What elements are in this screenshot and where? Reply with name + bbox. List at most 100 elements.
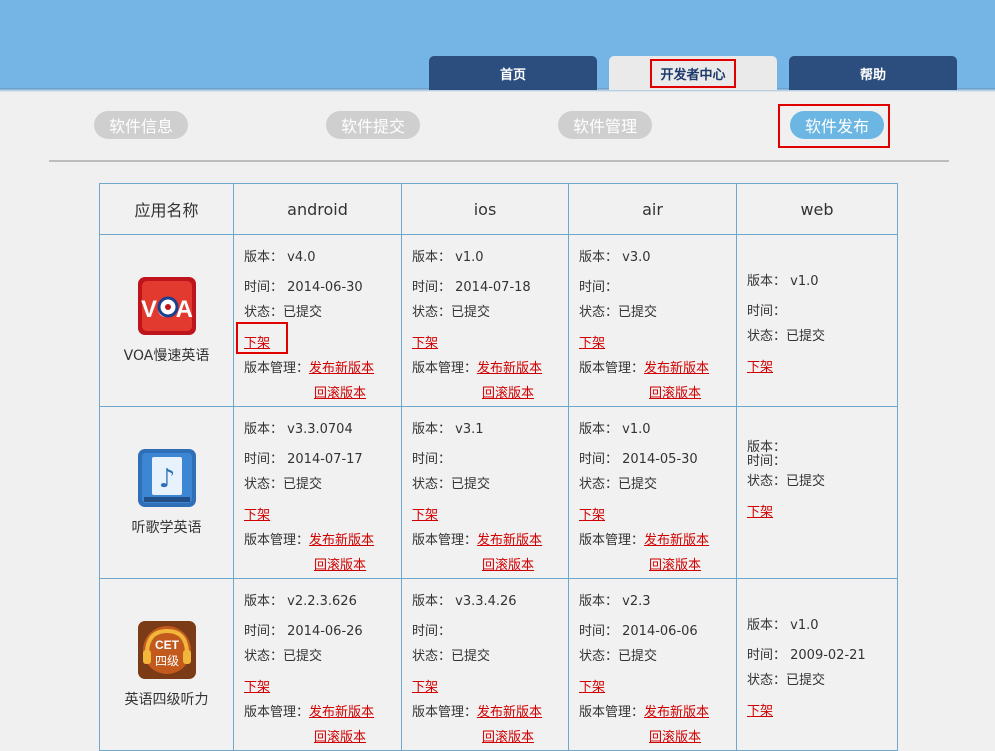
subnav-software-info[interactable]: 软件信息	[94, 111, 188, 139]
rollback-version-link[interactable]: 回滚版本	[649, 558, 701, 573]
rollback-version-link[interactable]: 回滚版本	[482, 558, 534, 573]
version-line: 版本： v2.3	[579, 594, 651, 609]
section-divider	[49, 160, 949, 162]
publish-highlight-box	[778, 104, 890, 148]
offline-link[interactable]: 下架	[747, 505, 773, 520]
version-manage-label: 版本管理：	[579, 361, 645, 376]
tab-help[interactable]: 帮助	[789, 56, 957, 90]
rollback-line: 回滚版本	[412, 381, 568, 406]
platform-cell-air: 版本： v2.3 时间： 2014-06-06 状态：已提交 下架 版本管理：发布新版本…	[568, 578, 737, 751]
offline-link[interactable]: 下架	[412, 680, 438, 695]
release-info: 版本： v2.3 时间： 2014-06-06 状态：已提交 下架 版本管理：发布新版本…	[569, 579, 736, 750]
platform-cell-ios: 版本： v3.3.4.26 时间： 状态：已提交 下架 版本管理：发布新版本 回滚版本	[401, 578, 569, 751]
subnav-software-submit[interactable]: 软件提交	[326, 111, 420, 139]
publish-new-version-link[interactable]: 发布新版本	[644, 533, 709, 548]
version-manage-line: 版本管理：发布新版本	[244, 528, 401, 553]
time-line: 时间： 2014-07-18	[412, 280, 531, 295]
tab-help-label: 帮助	[859, 67, 886, 83]
release-info: 版本： v3.3.0704 时间： 2014-07-17 状态：已提交 下架 版本管理：…	[234, 407, 401, 578]
version-manage-line: 版本管理：发布新版本	[412, 528, 568, 553]
rollback-version-link[interactable]: 回滚版本	[649, 730, 701, 745]
col-header-ios: ios	[401, 183, 569, 235]
version-manage-label: 版本管理：	[244, 533, 310, 548]
time-line: 时间：	[579, 280, 619, 295]
rollback-version-link[interactable]: 回滚版本	[314, 558, 366, 573]
time-line: 时间： 2014-07-17	[244, 452, 363, 467]
version-manage-line: 版本管理：发布新版本	[244, 356, 401, 381]
subnav-software-manage[interactable]: 软件管理	[558, 111, 652, 139]
publish-new-version-link[interactable]: 发布新版本	[644, 361, 709, 376]
publish-new-version-link[interactable]: 发布新版本	[477, 705, 542, 720]
time-line: 时间： 2014-06-06	[579, 624, 698, 639]
tab-home-label: 首页	[499, 67, 526, 83]
music-app-icon: ♪	[137, 448, 196, 507]
publish-new-version-link[interactable]: 发布新版本	[309, 705, 374, 720]
col-header-android: android	[233, 183, 402, 235]
rollback-line: 回滚版本	[412, 553, 568, 578]
col-header-web: web	[736, 183, 898, 235]
table-row: CET 四级 英语四级听力 版本： v2.2.3.626 时间： 2014-06-26 状…	[99, 578, 898, 751]
publish-new-version-link[interactable]: 发布新版本	[644, 705, 709, 720]
status-line: 状态：已提交	[747, 474, 826, 489]
offline-link[interactable]: 下架	[579, 508, 605, 523]
svg-text:CET: CET	[155, 638, 180, 652]
release-info: 版本： v2.2.3.626 时间： 2014-06-26 状态：已提交 下架 版本管理…	[234, 579, 401, 750]
table-header-row: 应用名称 android ios air web	[99, 183, 898, 235]
platform-cell-web: 版本： 时间： 状态：已提交 下架	[736, 406, 898, 579]
status-line: 状态：已提交	[244, 477, 323, 492]
rollback-version-link[interactable]: 回滚版本	[649, 386, 701, 401]
version-manage-label: 版本管理：	[579, 533, 645, 548]
rollback-version-link[interactable]: 回滚版本	[482, 730, 534, 745]
version-line: 版本： v4.0	[244, 250, 316, 265]
version-manage-line: 版本管理：发布新版本	[244, 700, 401, 725]
status-line: 状态：已提交	[412, 305, 491, 320]
cet4-app-icon: CET 四级	[137, 620, 196, 679]
rollback-version-link[interactable]: 回滚版本	[314, 730, 366, 745]
rollback-version-link[interactable]: 回滚版本	[482, 386, 534, 401]
version-line: 版本： v1.0	[747, 274, 819, 289]
publish-new-version-link[interactable]: 发布新版本	[309, 533, 374, 548]
app-name-cell: VOA VOA慢速英语	[99, 234, 234, 407]
publish-new-version-link[interactable]: 发布新版本	[477, 533, 542, 548]
tab-home[interactable]: 首页	[429, 56, 597, 90]
status-line: 状态：已提交	[579, 305, 658, 320]
top-banner: 首页 开发者中心 帮助	[0, 0, 995, 92]
publish-new-version-link[interactable]: 发布新版本	[309, 361, 374, 376]
version-line: 版本： v1.0	[579, 422, 651, 437]
rollback-version-link[interactable]: 回滚版本	[314, 386, 366, 401]
release-info: 版本： 时间： 状态：已提交 下架	[737, 407, 897, 525]
release-info: 版本： v1.0 时间： 2014-05-30 状态：已提交 下架 版本管理：发布新版本…	[569, 407, 736, 578]
rollback-line: 回滚版本	[244, 725, 401, 750]
offline-link[interactable]: 下架	[579, 680, 605, 695]
platform-cell-android: 版本： v2.2.3.626 时间： 2014-06-26 状态：已提交 下架 版本管理…	[233, 578, 402, 751]
version-line: 版本： v1.0	[412, 250, 484, 265]
offline-link[interactable]: 下架	[747, 704, 773, 719]
app-name: VOA慢速英语	[123, 347, 210, 364]
platform-cell-android: 版本： v3.3.0704 时间： 2014-07-17 状态：已提交 下架 版本管理：…	[233, 406, 402, 579]
offline-link[interactable]: 下架	[244, 508, 270, 523]
version-manage-label: 版本管理：	[244, 705, 310, 720]
time-line: 时间：	[747, 304, 787, 319]
time-line: 时间：	[412, 452, 452, 467]
offline-link[interactable]: 下架	[244, 680, 270, 695]
app-name-cell: CET 四级 英语四级听力	[99, 578, 234, 751]
offline-link[interactable]: 下架	[579, 336, 605, 351]
offline-link[interactable]: 下架	[412, 508, 438, 523]
version-line: 版本：	[747, 440, 787, 455]
release-info: 版本： v1.0 时间： 2014-07-18 状态：已提交 下架 版本管理：发布新版本…	[402, 235, 568, 406]
offline-link[interactable]: 下架	[747, 360, 773, 375]
platform-cell-ios: 版本： v3.1 时间： 状态：已提交 下架 版本管理：发布新版本 回滚版本	[401, 406, 569, 579]
rollback-line: 回滚版本	[579, 553, 736, 578]
offline-link[interactable]: 下架	[412, 336, 438, 351]
tab-developer-center[interactable]: 开发者中心	[609, 56, 777, 90]
col-header-air: air	[568, 183, 737, 235]
app-release-table: 应用名称 android ios air web VOAVOA慢速英语版本： v…	[99, 183, 898, 751]
publish-new-version-link[interactable]: 发布新版本	[477, 361, 542, 376]
release-info: 版本： v3.3.4.26 时间： 状态：已提交 下架 版本管理：发布新版本 回滚版本	[402, 579, 568, 750]
